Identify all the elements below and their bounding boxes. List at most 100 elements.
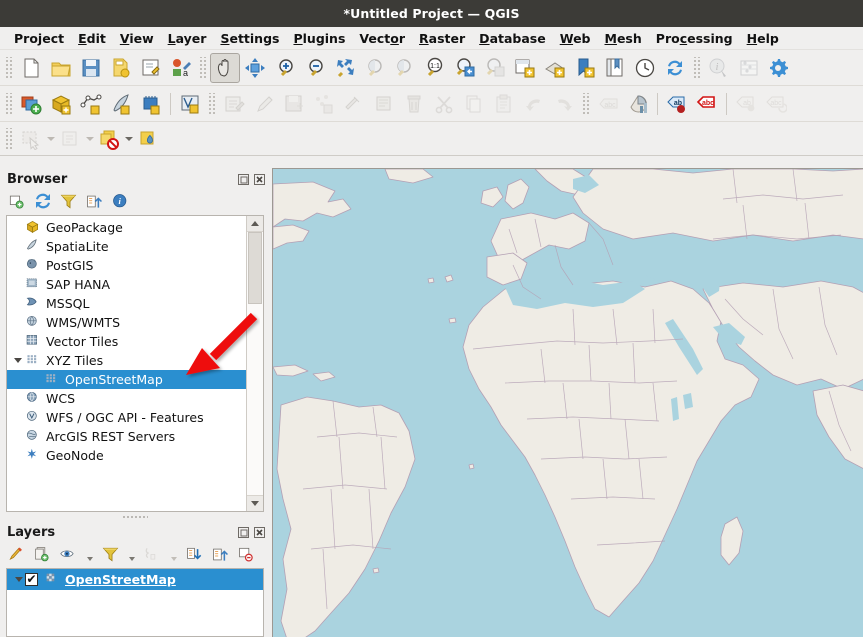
menu-mesh[interactable]: Mesh bbox=[598, 29, 649, 48]
browser-item[interactable]: Vector Tiles bbox=[7, 332, 263, 351]
add-selected-layers-button[interactable] bbox=[8, 194, 25, 211]
collapse-all-button[interactable] bbox=[212, 547, 229, 564]
new-print-layout-button[interactable] bbox=[136, 53, 166, 83]
browser-item[interactable]: WFS / OGC API - Features bbox=[7, 408, 263, 427]
chevron-down-icon[interactable] bbox=[128, 547, 135, 564]
toolbar-grip[interactable] bbox=[693, 56, 701, 79]
new-shapefile-layer-button[interactable] bbox=[76, 89, 106, 119]
toolbar-grip[interactable] bbox=[5, 127, 13, 150]
new-3d-map-view-button[interactable] bbox=[540, 53, 570, 83]
dock-splitter[interactable] bbox=[0, 512, 270, 521]
menu-web[interactable]: Web bbox=[553, 29, 598, 48]
zoom-out-button[interactable] bbox=[300, 53, 330, 83]
collapse-all-button[interactable] bbox=[86, 194, 103, 211]
chevron-down-icon[interactable] bbox=[86, 547, 93, 564]
browser-item[interactable]: SpatiaLite bbox=[7, 237, 263, 256]
scrollbar-thumb[interactable] bbox=[248, 232, 262, 304]
browser-item[interactable]: WCS bbox=[7, 389, 263, 408]
menu-plugins[interactable]: Plugins bbox=[286, 29, 352, 48]
new-memory-layer-button[interactable] bbox=[136, 89, 166, 119]
map-canvas[interactable] bbox=[272, 168, 863, 637]
new-map-view-button[interactable] bbox=[510, 53, 540, 83]
new-geopackage-layer-button[interactable] bbox=[46, 89, 76, 119]
float-icon[interactable] bbox=[237, 173, 250, 186]
zoom-full-button[interactable] bbox=[330, 53, 360, 83]
style-manager-button[interactable]: a bbox=[166, 53, 196, 83]
refresh-map-button[interactable] bbox=[660, 53, 690, 83]
expand-all-button[interactable] bbox=[186, 547, 203, 564]
close-icon[interactable] bbox=[253, 173, 266, 186]
browser-item[interactable]: GeoNode bbox=[7, 446, 263, 465]
toolbar-grip[interactable] bbox=[199, 56, 207, 79]
browser-scrollbar[interactable] bbox=[246, 216, 263, 511]
browser-item[interactable]: SAP HANA bbox=[7, 275, 263, 294]
menu-layer[interactable]: Layer bbox=[161, 29, 214, 48]
menu-edit[interactable]: Edit bbox=[71, 29, 113, 48]
filter-browser-button[interactable] bbox=[60, 194, 77, 211]
menu-view[interactable]: View bbox=[113, 29, 161, 48]
toolbar-grip[interactable] bbox=[5, 92, 13, 115]
new-spatialite-layer-button[interactable] bbox=[106, 89, 136, 119]
manage-layer-visibility-button[interactable] bbox=[60, 547, 77, 564]
save-project-button[interactable] bbox=[76, 53, 106, 83]
close-icon[interactable] bbox=[253, 526, 266, 539]
layer-diagram-button[interactable] bbox=[623, 89, 653, 119]
layers-tree[interactable]: ✔ OpenStreetMap bbox=[6, 568, 264, 637]
zoom-native-button[interactable]: 1:1 bbox=[420, 53, 450, 83]
toolbar-grip[interactable] bbox=[582, 92, 590, 115]
scrollbar-track[interactable] bbox=[247, 232, 263, 495]
temporal-controller-button[interactable] bbox=[630, 53, 660, 83]
chevron-down-icon[interactable] bbox=[124, 124, 133, 154]
menu-database[interactable]: Database bbox=[472, 29, 553, 48]
processing-toolbox-button[interactable] bbox=[764, 53, 794, 83]
refresh-browser-button[interactable] bbox=[34, 193, 51, 211]
menu-raster[interactable]: Raster bbox=[412, 29, 472, 48]
scroll-down-button[interactable] bbox=[247, 495, 263, 511]
browser-item[interactable]: GeoPackage bbox=[7, 218, 263, 237]
menu-vector[interactable]: Vector bbox=[352, 29, 412, 48]
open-layer-styling-button[interactable] bbox=[8, 546, 25, 564]
new-project-button[interactable] bbox=[16, 53, 46, 83]
select-by-location-button[interactable] bbox=[133, 124, 163, 154]
pin-labels-button[interactable]: ab bbox=[662, 89, 692, 119]
show-bookmarks-button[interactable] bbox=[600, 53, 630, 83]
enable-properties-button[interactable]: i bbox=[112, 193, 129, 211]
filter-legend-button[interactable] bbox=[102, 547, 119, 564]
scroll-up-button[interactable] bbox=[247, 216, 263, 232]
browser-item[interactable]: PostGIS bbox=[7, 256, 263, 275]
layer-visibility-checkbox[interactable]: ✔ bbox=[25, 573, 38, 586]
zoom-last-button[interactable] bbox=[450, 53, 480, 83]
browser-item[interactable]: WMS/WMTS bbox=[7, 313, 263, 332]
remove-layer-button[interactable] bbox=[238, 547, 255, 564]
open-data-source-manager-button[interactable] bbox=[16, 89, 46, 119]
browser-item-selected[interactable]: OpenStreetMap bbox=[7, 370, 263, 389]
menu-settings[interactable]: Settings bbox=[213, 29, 286, 48]
browser-item[interactable]: XYZ Tiles bbox=[7, 351, 263, 370]
chevron-down-icon[interactable] bbox=[85, 124, 94, 154]
new-print-layout-2-button[interactable] bbox=[570, 53, 600, 83]
chevron-down-icon[interactable] bbox=[170, 547, 177, 564]
toolbar-grip[interactable] bbox=[5, 56, 13, 79]
chevron-down-icon[interactable] bbox=[11, 351, 24, 370]
browser-item[interactable]: MSSQL bbox=[7, 294, 263, 313]
new-virtual-layer-button[interactable] bbox=[175, 89, 205, 119]
open-project-button[interactable] bbox=[46, 53, 76, 83]
toolbar-grip[interactable] bbox=[208, 92, 216, 115]
float-icon[interactable] bbox=[237, 526, 250, 539]
menu-help[interactable]: Help bbox=[740, 29, 786, 48]
menu-project[interactable]: Project bbox=[7, 29, 71, 48]
deselect-features-button[interactable] bbox=[94, 124, 124, 154]
add-group-button[interactable] bbox=[34, 546, 51, 564]
browser-item[interactable]: ArcGIS REST Servers bbox=[7, 427, 263, 446]
chevron-down-icon[interactable] bbox=[46, 124, 55, 154]
zoom-in-button[interactable] bbox=[270, 53, 300, 83]
browser-tree[interactable]: GeoPackage SpatiaLite PostGIS SAP HANA MSSQL… bbox=[7, 216, 263, 465]
pan-map-button[interactable] bbox=[210, 52, 240, 83]
pan-to-selection-button[interactable] bbox=[240, 53, 270, 83]
highlight-labels-button[interactable]: abc bbox=[692, 89, 722, 119]
menu-processing[interactable]: Processing bbox=[649, 29, 740, 48]
chevron-down-icon[interactable] bbox=[12, 570, 25, 589]
layer-row[interactable]: ✔ OpenStreetMap bbox=[7, 569, 263, 590]
save-project-as-button[interactable] bbox=[106, 53, 136, 83]
arcgis-globe-icon bbox=[24, 428, 43, 445]
